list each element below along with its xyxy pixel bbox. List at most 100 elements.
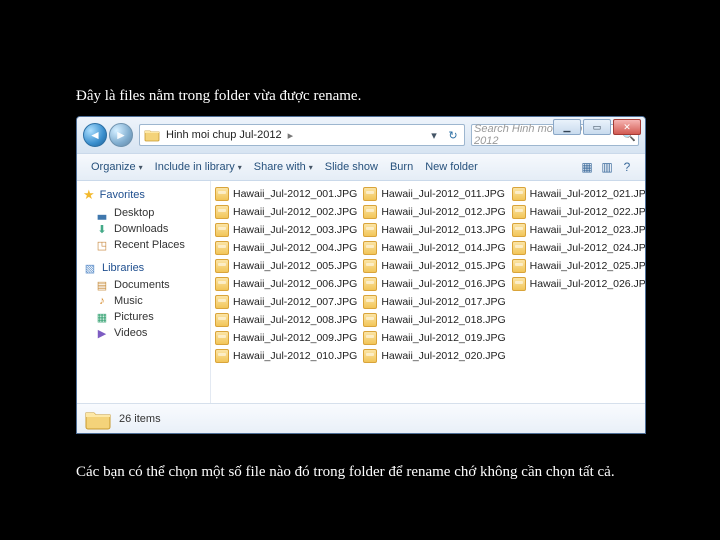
preview-pane-button[interactable]: ▥ bbox=[597, 160, 617, 174]
slideshow-label: Slide show bbox=[325, 161, 378, 173]
sidebar-item-downloads[interactable]: ⬇Downloads bbox=[77, 221, 210, 237]
sidebar-item-videos[interactable]: ▶Videos bbox=[77, 325, 210, 341]
favorites-label: Favorites bbox=[100, 189, 145, 201]
desktop-icon: ▃ bbox=[95, 206, 109, 220]
explorer-body: ★ Favorites ▃ Desktop ⬇Downloads◳ Recent Pl… bbox=[77, 181, 645, 403]
favorites-header[interactable]: ★ Favorites bbox=[77, 185, 210, 205]
file-item[interactable]: Hawaii_Jul-2012_014.JPG bbox=[363, 239, 505, 256]
new-folder-button[interactable]: New folder bbox=[419, 158, 484, 176]
address-dropdown-icon[interactable]: ▾ bbox=[426, 129, 442, 142]
file-item[interactable]: Hawaii_Jul-2012_001.JPG bbox=[215, 185, 357, 202]
file-item[interactable]: Hawaii_Jul-2012_003.JPG bbox=[215, 221, 357, 238]
file-name: Hawaii_Jul-2012_004.JPG bbox=[233, 242, 357, 254]
sidebar-item-label: Desktop bbox=[114, 207, 154, 219]
file-name: Hawaii_Jul-2012_015.JPG bbox=[381, 260, 505, 272]
music-icon: ♪ bbox=[95, 294, 109, 308]
include-menu[interactable]: Include in library ▾ bbox=[149, 158, 248, 176]
file-list-pane[interactable]: Hawaii_Jul-2012_001.JPG Hawaii_Jul-2012_0… bbox=[211, 181, 645, 403]
help-button[interactable]: ? bbox=[617, 160, 637, 174]
status-count: 26 items bbox=[119, 413, 161, 425]
file-item[interactable]: Hawaii_Jul-2012_022.JPG bbox=[512, 203, 645, 220]
breadcrumb-folder[interactable]: Hinh moi chup Jul-2012 bbox=[164, 129, 286, 141]
image-file-icon bbox=[215, 295, 229, 309]
image-file-icon bbox=[363, 331, 377, 345]
file-item[interactable]: Hawaii_Jul-2012_004.JPG bbox=[215, 239, 357, 256]
file-name: Hawaii_Jul-2012_001.JPG bbox=[233, 188, 357, 200]
image-file-icon bbox=[363, 313, 377, 327]
image-file-icon bbox=[215, 241, 229, 255]
file-item[interactable]: Hawaii_Jul-2012_021.JPG bbox=[512, 185, 645, 202]
sidebar-item-desktop[interactable]: ▃ Desktop bbox=[77, 205, 210, 221]
image-file-icon bbox=[512, 259, 526, 273]
sidebar-item-label: Recent Places bbox=[114, 239, 185, 251]
file-item[interactable]: Hawaii_Jul-2012_012.JPG bbox=[363, 203, 505, 220]
back-button[interactable]: ◄ bbox=[83, 123, 107, 147]
file-name: Hawaii_Jul-2012_009.JPG bbox=[233, 332, 357, 344]
navigation-pane: ★ Favorites ▃ Desktop ⬇Downloads◳ Recent Pl… bbox=[77, 181, 211, 403]
recent-icon: ◳ bbox=[95, 238, 109, 252]
file-name: Hawaii_Jul-2012_020.JPG bbox=[381, 350, 505, 362]
file-name: Hawaii_Jul-2012_021.JPG bbox=[530, 188, 645, 200]
file-name: Hawaii_Jul-2012_023.JPG bbox=[530, 224, 645, 236]
sidebar-item-label: Pictures bbox=[114, 311, 154, 323]
file-item[interactable]: Hawaii_Jul-2012_010.JPG bbox=[215, 347, 357, 364]
maximize-button[interactable]: ▭ bbox=[583, 119, 611, 135]
organize-label: Organize bbox=[91, 161, 136, 173]
file-item[interactable]: Hawaii_Jul-2012_005.JPG bbox=[215, 257, 357, 274]
file-item[interactable]: Hawaii_Jul-2012_011.JPG bbox=[363, 185, 505, 202]
file-name: Hawaii_Jul-2012_010.JPG bbox=[233, 350, 357, 362]
new-folder-label: New folder bbox=[425, 161, 478, 173]
file-item[interactable]: Hawaii_Jul-2012_023.JPG bbox=[512, 221, 645, 238]
file-item[interactable]: Hawaii_Jul-2012_017.JPG bbox=[363, 293, 505, 310]
file-name: Hawaii_Jul-2012_018.JPG bbox=[381, 314, 505, 326]
share-menu[interactable]: Share with ▾ bbox=[248, 158, 319, 176]
file-name: Hawaii_Jul-2012_003.JPG bbox=[233, 224, 357, 236]
file-item[interactable]: Hawaii_Jul-2012_009.JPG bbox=[215, 329, 357, 346]
file-item[interactable]: Hawaii_Jul-2012_013.JPG bbox=[363, 221, 505, 238]
include-label: Include in library bbox=[155, 161, 235, 173]
image-file-icon bbox=[363, 223, 377, 237]
forward-button[interactable]: ► bbox=[109, 123, 133, 147]
libraries-header[interactable]: ▧ Libraries bbox=[77, 259, 210, 277]
sidebar-item-label: Downloads bbox=[114, 223, 168, 235]
file-item[interactable]: Hawaii_Jul-2012_015.JPG bbox=[363, 257, 505, 274]
slideshow-button[interactable]: Slide show bbox=[319, 158, 384, 176]
file-item[interactable]: Hawaii_Jul-2012_024.JPG bbox=[512, 239, 645, 256]
file-item[interactable]: Hawaii_Jul-2012_002.JPG bbox=[215, 203, 357, 220]
address-bar[interactable]: Hinh moi chup Jul-2012 ▸ ▾ ↻ bbox=[139, 124, 465, 146]
file-name: Hawaii_Jul-2012_006.JPG bbox=[233, 278, 357, 290]
sidebar-item-music[interactable]: ♪ Music bbox=[77, 293, 210, 309]
sidebar-item-pictures[interactable]: ▦Pictures bbox=[77, 309, 210, 325]
file-item[interactable]: Hawaii_Jul-2012_019.JPG bbox=[363, 329, 505, 346]
chevron-down-icon: ▾ bbox=[238, 163, 242, 172]
file-item[interactable]: Hawaii_Jul-2012_007.JPG bbox=[215, 293, 357, 310]
sidebar-item-label: Music bbox=[114, 295, 143, 307]
file-item[interactable]: Hawaii_Jul-2012_008.JPG bbox=[215, 311, 357, 328]
folder-icon bbox=[85, 408, 111, 430]
file-name: Hawaii_Jul-2012_022.JPG bbox=[530, 206, 645, 218]
file-item[interactable]: Hawaii_Jul-2012_006.JPG bbox=[215, 275, 357, 292]
star-icon: ★ bbox=[83, 187, 95, 203]
image-file-icon bbox=[512, 277, 526, 291]
burn-button[interactable]: Burn bbox=[384, 158, 419, 176]
sidebar-item-documents[interactable]: ▤Documents bbox=[77, 277, 210, 293]
minimize-button[interactable]: ▁ bbox=[553, 119, 581, 135]
file-item[interactable]: Hawaii_Jul-2012_020.JPG bbox=[363, 347, 505, 364]
chevron-down-icon: ▾ bbox=[309, 163, 313, 172]
file-item[interactable]: Hawaii_Jul-2012_018.JPG bbox=[363, 311, 505, 328]
file-name: Hawaii_Jul-2012_019.JPG bbox=[381, 332, 505, 344]
file-item[interactable]: Hawaii_Jul-2012_025.JPG bbox=[512, 257, 645, 274]
image-file-icon bbox=[215, 259, 229, 273]
image-file-icon bbox=[512, 205, 526, 219]
file-item[interactable]: Hawaii_Jul-2012_026.JPG bbox=[512, 275, 645, 292]
image-file-icon bbox=[363, 295, 377, 309]
refresh-button[interactable]: ↻ bbox=[442, 129, 464, 142]
file-item[interactable]: Hawaii_Jul-2012_016.JPG bbox=[363, 275, 505, 292]
close-button[interactable]: ✕ bbox=[613, 119, 641, 135]
sidebar-item-recent-places[interactable]: ◳ Recent Places bbox=[77, 237, 210, 253]
file-name: Hawaii_Jul-2012_014.JPG bbox=[381, 242, 505, 254]
breadcrumb-sep-icon[interactable]: ▸ bbox=[286, 129, 296, 142]
organize-menu[interactable]: Organize ▾ bbox=[85, 158, 149, 176]
image-file-icon bbox=[512, 223, 526, 237]
view-mode-button[interactable]: ▦ bbox=[577, 160, 597, 174]
